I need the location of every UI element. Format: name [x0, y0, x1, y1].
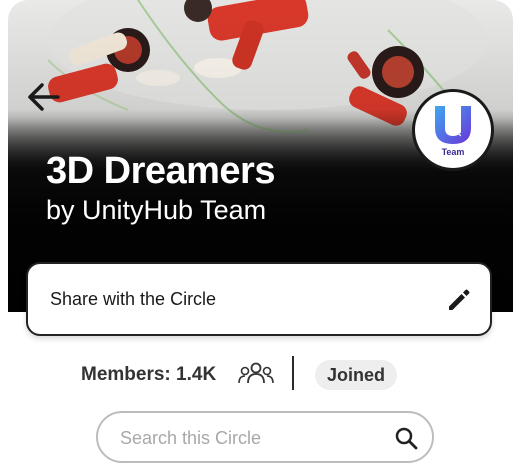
- circle-title: 3D Dreamers: [46, 150, 275, 192]
- logo-team-label: Team: [441, 147, 465, 157]
- circle-search-bar: [96, 411, 434, 463]
- back-arrow-icon[interactable]: [26, 82, 60, 112]
- pencil-icon[interactable]: [446, 286, 472, 312]
- circle-author: by UnityHub Team: [46, 195, 267, 225]
- joined-status-badge[interactable]: Joined: [315, 360, 398, 390]
- member-count: Members: 1.4K: [81, 364, 217, 385]
- search-icon[interactable]: [394, 426, 418, 450]
- share-prompt-label: Share with the Circle: [50, 289, 217, 309]
- svg-text:NITY: NITY: [454, 118, 462, 137]
- search-input[interactable]: [118, 423, 382, 453]
- circle-logo-avatar: NITY Team: [415, 92, 491, 168]
- share-post-box[interactable]: Share with the Circle: [26, 262, 492, 336]
- circle-card: NITY Team 3D Dreamers by UnityHub Team S…: [8, 0, 513, 476]
- meta-divider: [292, 356, 294, 390]
- group-icon: [238, 362, 274, 384]
